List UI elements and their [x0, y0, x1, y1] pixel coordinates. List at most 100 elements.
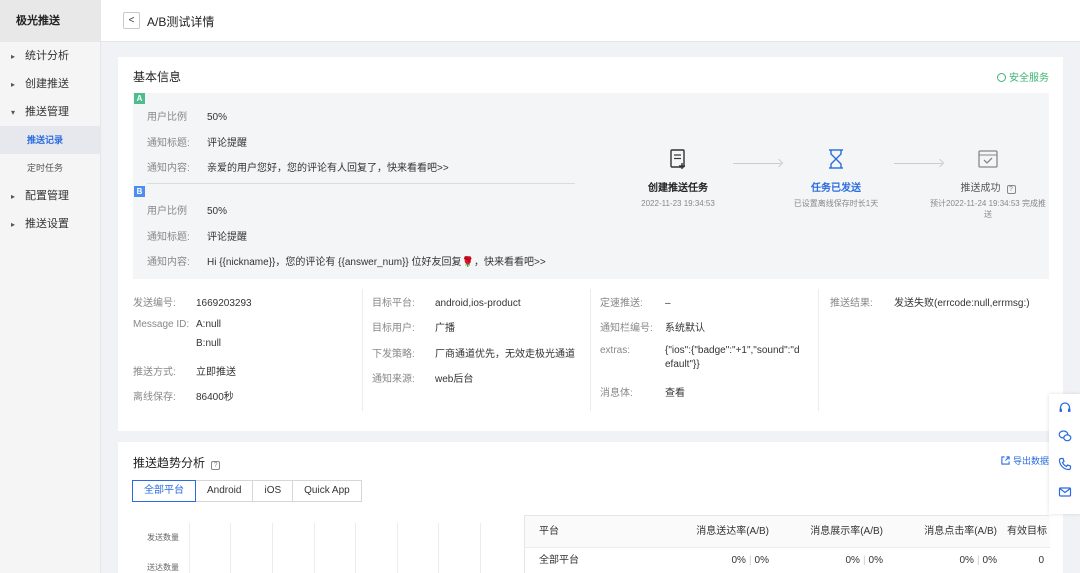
- cell: 全部平台: [539, 555, 579, 566]
- field-push-method: 推送方式: 立即推送: [133, 363, 236, 378]
- label: 推送方式:: [133, 367, 176, 378]
- hourglass-icon: [829, 149, 843, 169]
- field-message-id-b: B:null: [196, 338, 221, 349]
- cell-b: 0%: [754, 555, 769, 566]
- sidebar-item-push-manage[interactable]: ▾ 推送管理: [0, 98, 100, 126]
- export-label: 导出数据: [1012, 456, 1049, 466]
- table-header: 平台 消息送达率(A/B) 消息展示率(A/B) 消息点击率(A/B) 有效目标: [525, 516, 1050, 548]
- section-title: 基本信息: [133, 70, 182, 84]
- step-name: 推送成功?: [928, 179, 1048, 194]
- label: 下发策略:: [372, 349, 415, 360]
- value: 立即推送: [196, 367, 236, 378]
- phone-icon: [1058, 457, 1071, 471]
- sidebar-item-stats[interactable]: ▸ 统计分析: [0, 42, 100, 70]
- value: 系统默认: [665, 323, 705, 334]
- phone-button[interactable]: [1049, 450, 1080, 478]
- label: 目标用户:: [372, 323, 415, 334]
- sidebar-item-label: 推送管理: [25, 106, 69, 118]
- chart-gridline: [314, 523, 315, 573]
- divider: [147, 183, 575, 184]
- field-message-body: 消息体: 查看: [600, 384, 685, 399]
- cell: 0% | 0%: [779, 548, 893, 573]
- sidebar-item-label: 推送设置: [25, 218, 69, 230]
- step-note: 已设置离线保存时长1天: [793, 199, 879, 208]
- back-button[interactable]: <: [123, 12, 140, 29]
- view-body-link[interactable]: 查看: [665, 388, 685, 399]
- tab-all-platforms[interactable]: 全部平台: [132, 480, 196, 502]
- sidebar-item-config[interactable]: ▸ 配置管理: [0, 182, 100, 210]
- email-button[interactable]: [1049, 478, 1080, 506]
- field-message-id: Message ID: A:null: [133, 319, 221, 330]
- cell-a: 0%: [845, 555, 860, 566]
- value: 亲爱的用户您好，您的评论有人回复了，快来看看吧>>: [207, 163, 449, 174]
- sidebar-item-scheduled-tasks[interactable]: 定时任务: [0, 154, 100, 182]
- value: 1669203293: [196, 298, 252, 309]
- label: Message ID:: [133, 319, 190, 330]
- value: 评论提醒: [207, 232, 247, 243]
- tab-quick-app[interactable]: Quick App: [292, 480, 362, 502]
- label: 发送编号:: [133, 298, 176, 309]
- divider: [590, 289, 591, 411]
- safe-service-label: 安全服务: [1009, 73, 1049, 84]
- cell: 0% | 0%: [665, 548, 779, 573]
- field-offline: 离线保存: 86400秒: [133, 388, 234, 403]
- tab-android[interactable]: Android: [195, 480, 254, 502]
- support-button[interactable]: [1049, 394, 1080, 422]
- chart-y-label: 送达数量: [147, 563, 179, 572]
- trend-chart: 发送数量 送达数量: [133, 520, 523, 573]
- chart-gridline: [438, 523, 439, 573]
- value: –: [665, 298, 671, 309]
- chevron-right-icon: ▸: [11, 220, 16, 229]
- export-data-button[interactable]: 导出数据: [1001, 454, 1049, 467]
- table-row: 全部平台 0% | 0% 0% | 0% 0% | 0% 0: [525, 548, 1050, 573]
- field-result: 推送结果: 发送失败(errcode:null,errmsg:): [830, 294, 1030, 309]
- b-ratio-row: 用户比例 50%: [147, 202, 227, 217]
- sidebar-item-push-settings[interactable]: ▸ 推送设置: [0, 210, 100, 238]
- field-source: 通知来源: web后台: [372, 370, 473, 385]
- cell-separator: |: [862, 555, 866, 566]
- floating-contact-bar: [1049, 394, 1080, 514]
- chevron-right-icon: ▸: [11, 192, 16, 201]
- export-icon: [1001, 456, 1010, 465]
- section-title: 推送趋势分析?: [133, 454, 221, 471]
- divider: [362, 289, 363, 411]
- chevron-right-icon: ▸: [11, 80, 16, 89]
- sidebar-item-label: 创建推送: [25, 78, 69, 90]
- cell-separator: |: [748, 555, 752, 566]
- wechat-button[interactable]: [1049, 422, 1080, 450]
- safe-service-link[interactable]: 安全服务: [997, 69, 1049, 84]
- arrow-right-icon: [733, 163, 781, 164]
- chart-y-label: 发送数量: [147, 533, 179, 542]
- wechat-icon: [1058, 430, 1071, 442]
- step-success: 推送成功? 预计2022-11-24 19:34:53 完成推送: [928, 148, 1048, 220]
- cell: 0% | 0%: [893, 548, 1007, 573]
- step-create: 创建推送任务 2022-11-23 19:34:53: [618, 148, 738, 209]
- cell-a: 0%: [731, 555, 746, 566]
- push-progress-steps: 创建推送任务 2022-11-23 19:34:53 任务已发送 已设置离线保存…: [618, 148, 1048, 228]
- chart-gridline: [272, 523, 273, 573]
- tab-ios[interactable]: iOS: [252, 480, 294, 502]
- chart-gridline: [230, 523, 231, 573]
- sidebar-item-push-records[interactable]: 推送记录: [0, 126, 100, 154]
- help-icon[interactable]: ?: [211, 461, 221, 470]
- rate-table: 平台 消息送达率(A/B) 消息展示率(A/B) 消息点击率(A/B) 有效目标…: [524, 515, 1050, 573]
- field-notification-id: 通知栏编号: 系统默认: [600, 319, 705, 334]
- value: android,ios-product: [435, 298, 521, 309]
- chart-gridline: [355, 523, 356, 573]
- cell-b: 0%: [982, 555, 997, 566]
- a-content-row: 通知内容: 亲爱的用户您好，您的评论有人回复了，快来看看吧>>: [147, 159, 449, 174]
- help-icon[interactable]: ?: [1006, 185, 1016, 194]
- cell: 0: [1038, 555, 1044, 566]
- label: 消息体:: [600, 388, 633, 399]
- label: 通知栏编号:: [600, 323, 653, 334]
- label: 定速推送:: [600, 298, 643, 309]
- col-header: 消息展示率(A/B): [810, 526, 883, 537]
- step-name: 创建推送任务: [648, 183, 708, 194]
- a-title-row: 通知标题: 评论提醒: [147, 134, 247, 149]
- step-time: 2022-11-23 19:34:53: [641, 199, 715, 208]
- label: extras:: [600, 345, 631, 356]
- col-header: 平台: [539, 526, 559, 537]
- shield-icon: [997, 73, 1006, 82]
- field-target: 目标用户: 广播: [372, 319, 455, 334]
- sidebar-item-create-push[interactable]: ▸ 创建推送: [0, 70, 100, 98]
